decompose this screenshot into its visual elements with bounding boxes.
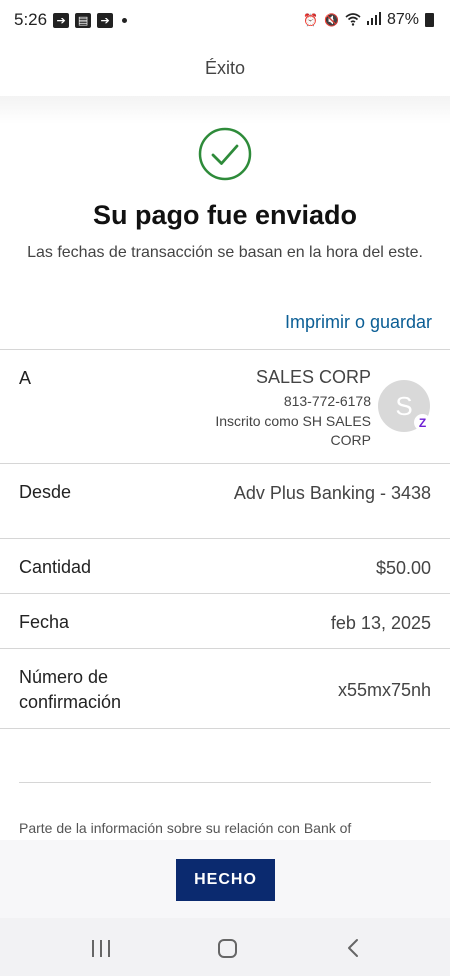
date-label: Fecha [19,612,70,632]
from-account-value: Adv Plus Banking - 3438 [233,483,431,503]
status-bar-left: 5:26 ➔ ▤ ➔ [14,10,128,30]
battery-percent: 87% [386,11,419,28]
confirmation-number-value: x55mx75nh [337,680,431,700]
mute-icon: 🔇 [324,13,339,27]
done-button[interactable]: HECHO [176,859,275,901]
back-icon[interactable] [344,938,364,958]
confirmation-label-line2: confirmación [19,692,122,712]
to-label: A [19,368,32,388]
window-notification-icon: ▤ [75,12,92,28]
confirmation-label: Número de confirmación [19,665,121,715]
recent-apps-icon[interactable] [92,940,110,957]
divider [0,349,450,350]
divider [19,782,431,783]
success-section: Su pago fue enviado Las fechas de transa… [0,96,450,350]
forward-notification-icon: ➔ [53,12,70,28]
recipient-enrolled-as: Inscrito como SH SALES CORP [215,413,371,448]
avatar-letter: S [395,390,413,421]
page-header: Éxito [0,40,450,96]
success-subtitle: Las fechas de transacción se basan en la… [27,244,423,261]
signal-icon [366,12,381,28]
status-bar-right: ⏰ 🔇 87% [303,11,434,29]
battery-icon [425,13,434,27]
confirmation-label-line1: Número de [19,667,109,687]
zelle-icon: Z [414,414,431,431]
divider [0,538,450,539]
divider [0,593,450,594]
home-icon[interactable] [218,939,237,958]
alarm-icon: ⏰ [303,13,319,27]
page-title: Éxito [204,57,246,78]
forward-notification-icon-2: ➔ [97,12,114,28]
success-title: Su pago fue enviado [92,200,358,230]
recipient-phone: 813-772-6178 [283,393,371,409]
divider [0,463,450,464]
amount-value: $50.00 [375,558,431,578]
divider [0,728,450,729]
disclaimer-text: Parte de la información sobre su relació… [19,820,352,836]
system-nav-bar [0,918,450,976]
from-label: Desde [19,482,72,502]
status-time: 5:26 [14,10,48,29]
print-or-save-link[interactable]: Imprimir o guardar [285,312,432,333]
status-bar: 5:26 ➔ ▤ ➔ ⏰ 🔇 87% [0,0,450,40]
zelle-badge-letter: Z [418,415,427,430]
footer: HECHO [0,840,450,918]
recipient-name: SALES CORP [255,367,371,387]
date-value: feb 13, 2025 [330,613,431,633]
wifi-icon [345,12,361,29]
success-check-icon [198,127,252,181]
more-notifications-dot-icon [122,17,128,23]
amount-label: Cantidad [19,557,92,577]
divider [0,648,450,649]
